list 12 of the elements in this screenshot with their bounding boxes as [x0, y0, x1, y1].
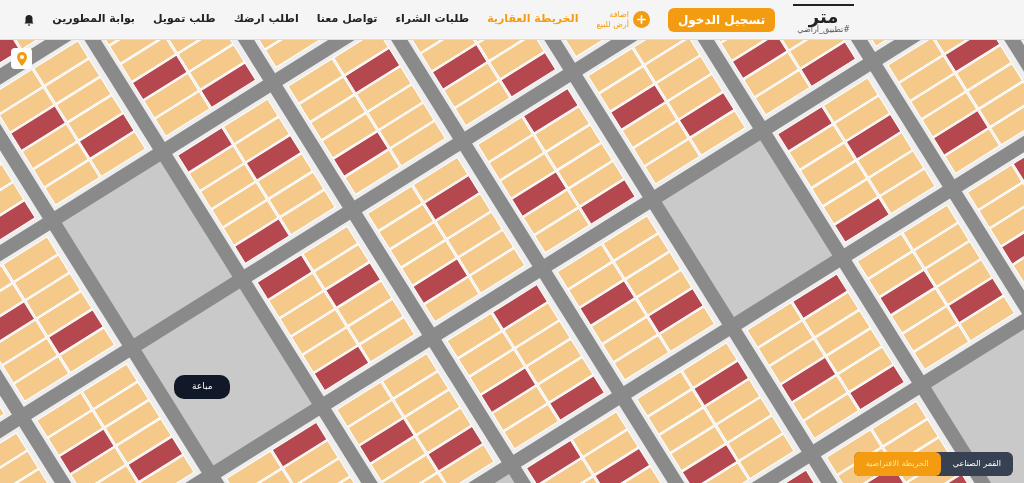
nav-link[interactable]: بوابة المطورين — [52, 11, 135, 28]
app-logo[interactable]: متر #تطبيق_أراضي — [793, 3, 854, 36]
nav-link[interactable]: تواصل معنا — [316, 11, 378, 28]
map-drawing[interactable] — [0, 40, 1024, 483]
map-layer-tab[interactable]: القمر الصناعي — [940, 452, 1013, 476]
map-pin-icon — [16, 51, 27, 66]
nav-link[interactable]: اطلب ارضك — [233, 11, 299, 28]
map-tooltip: مباعة — [174, 375, 231, 399]
nav-link[interactable]: طلب تمويل — [152, 11, 216, 28]
nav-link[interactable]: طلبات الشراء — [395, 11, 470, 28]
bell-icon[interactable] — [24, 13, 35, 26]
plus-icon — [632, 11, 650, 28]
